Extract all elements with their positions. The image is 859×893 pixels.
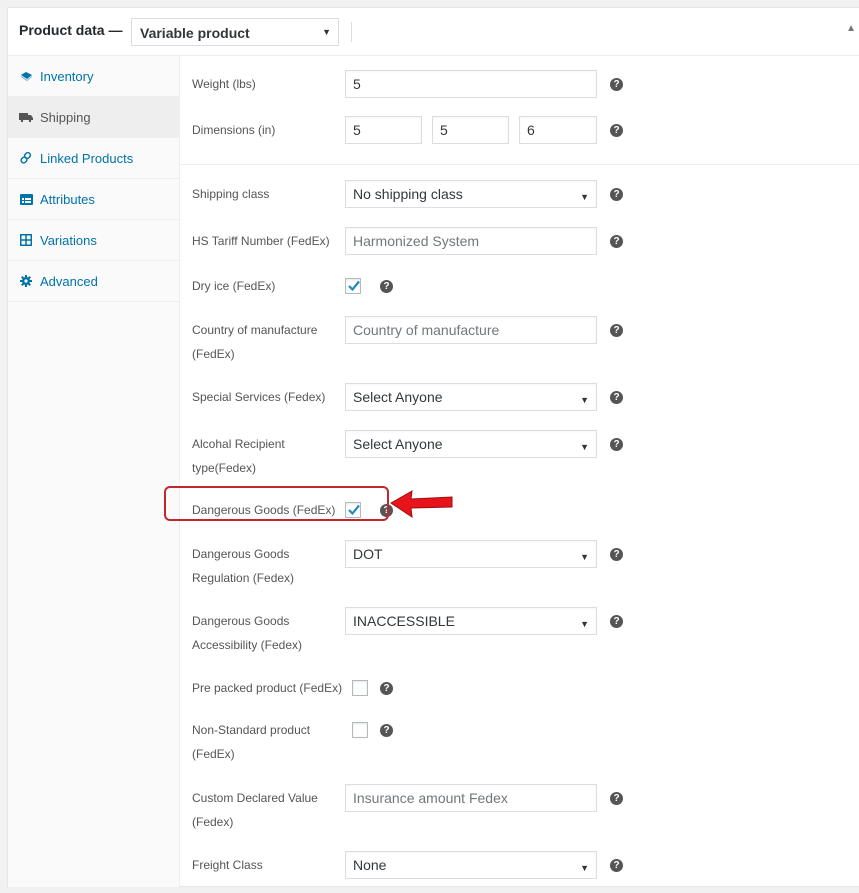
height-input[interactable]: 6 <box>519 116 597 144</box>
help-icon[interactable]: ? <box>610 124 623 137</box>
dimensions-label: Dimensions (in) <box>192 123 276 137</box>
non-standard-checkbox[interactable] <box>352 722 368 738</box>
annotation-arrow-icon <box>390 490 453 519</box>
freight-class-select[interactable]: None ▼ <box>345 851 597 879</box>
dg-accessibility-select[interactable]: INACCESSIBLE ▼ <box>345 607 597 635</box>
help-icon[interactable]: ? <box>610 188 623 201</box>
tab-advanced[interactable]: Advanced <box>8 261 179 302</box>
weight-input[interactable]: 5 <box>345 70 597 98</box>
declared-value-input[interactable]: Insurance amount Fedex <box>345 784 597 812</box>
divider <box>180 164 859 165</box>
help-icon[interactable]: ? <box>610 235 623 248</box>
help-icon[interactable]: ? <box>610 438 623 451</box>
length-input[interactable]: 5 <box>345 116 422 144</box>
gear-icon <box>19 274 33 288</box>
chevron-down-icon: ▼ <box>580 442 589 452</box>
panel-header: Product data — Variable product ▼ ▲ <box>8 8 859 56</box>
chevron-down-icon: ▼ <box>580 619 589 629</box>
grid-icon <box>19 233 33 247</box>
tab-shipping[interactable]: Shipping <box>8 97 179 138</box>
alcohol-select[interactable]: Select Anyone ▼ <box>345 430 597 458</box>
help-icon[interactable]: ? <box>610 324 623 337</box>
checkmark-icon <box>348 280 360 292</box>
dg-regulation-label: Dangerous Goods Regulation (Fedex) <box>192 547 295 585</box>
declared-value-label: Custom Declared Value (Fedex) <box>192 791 318 829</box>
panel-title: Product data — <box>19 22 123 38</box>
dg-regulation-select[interactable]: DOT ▼ <box>345 540 597 568</box>
help-icon[interactable]: ? <box>610 78 623 91</box>
dry-ice-checkbox[interactable] <box>345 278 361 294</box>
help-icon[interactable]: ? <box>610 615 623 628</box>
pre-packed-checkbox[interactable] <box>352 680 368 696</box>
freight-class-label: Freight Class <box>192 858 263 872</box>
chevron-down-icon: ▼ <box>580 395 589 405</box>
link-icon <box>19 151 33 165</box>
tag-icon <box>19 69 33 83</box>
pre-packed-label: Pre packed product (FedEx) <box>192 681 343 695</box>
country-input[interactable]: Country of manufacture <box>345 316 597 344</box>
product-type-select[interactable]: Variable product ▼ <box>131 18 339 46</box>
help-icon[interactable]: ? <box>610 391 623 404</box>
collapse-toggle-button[interactable]: ▲ <box>846 23 856 34</box>
product-data-panel: Product data — Variable product ▼ ▲ Inve… <box>7 7 859 887</box>
special-services-select[interactable]: Select Anyone ▼ <box>345 383 597 411</box>
tab-variations[interactable]: Variations <box>8 220 179 261</box>
hs-tariff-input[interactable]: Harmonized System <box>345 227 597 255</box>
tab-attributes[interactable]: Attributes <box>8 179 179 220</box>
tab-inventory[interactable]: Inventory <box>8 56 179 97</box>
special-services-label: Special Services (Fedex) <box>192 390 326 404</box>
chevron-down-icon: ▼ <box>580 863 589 873</box>
product-data-tabs: Inventory Shipping Linked Products Attri… <box>8 56 180 887</box>
help-icon[interactable]: ? <box>610 548 623 561</box>
shipping-class-label: Shipping class <box>192 187 270 201</box>
help-icon[interactable]: ? <box>380 280 393 293</box>
country-label: Country of manufacture (FedEx) <box>192 323 318 361</box>
hs-tariff-label: HS Tariff Number (FedEx) <box>192 234 330 248</box>
dry-ice-label: Dry ice (FedEx) <box>192 279 276 293</box>
width-input[interactable]: 5 <box>432 116 509 144</box>
chevron-down-icon: ▼ <box>580 192 589 202</box>
shipping-class-select[interactable]: No shipping class ▼ <box>345 180 597 208</box>
tab-linked-products[interactable]: Linked Products <box>8 138 179 179</box>
shipping-panel: Weight (lbs) 5 ? Dimensions (in) 5 5 6 ?… <box>180 56 859 887</box>
truck-icon <box>19 110 33 124</box>
weight-label: Weight (lbs) <box>192 77 256 91</box>
chevron-down-icon: ▼ <box>322 27 331 37</box>
help-icon[interactable]: ? <box>380 724 393 737</box>
help-icon[interactable]: ? <box>610 859 623 872</box>
annotation-highlight-box <box>164 486 389 521</box>
help-icon[interactable]: ? <box>380 682 393 695</box>
non-standard-label: Non-Standard product (FedEx) <box>192 723 311 761</box>
header-divider <box>351 22 352 42</box>
list-card-icon <box>19 192 33 206</box>
chevron-down-icon: ▼ <box>580 552 589 562</box>
dg-accessibility-label: Dangerous Goods Accessibility (Fedex) <box>192 614 303 652</box>
alcohol-label: Alcohal Recipient type(Fedex) <box>192 437 285 475</box>
help-icon[interactable]: ? <box>610 792 623 805</box>
